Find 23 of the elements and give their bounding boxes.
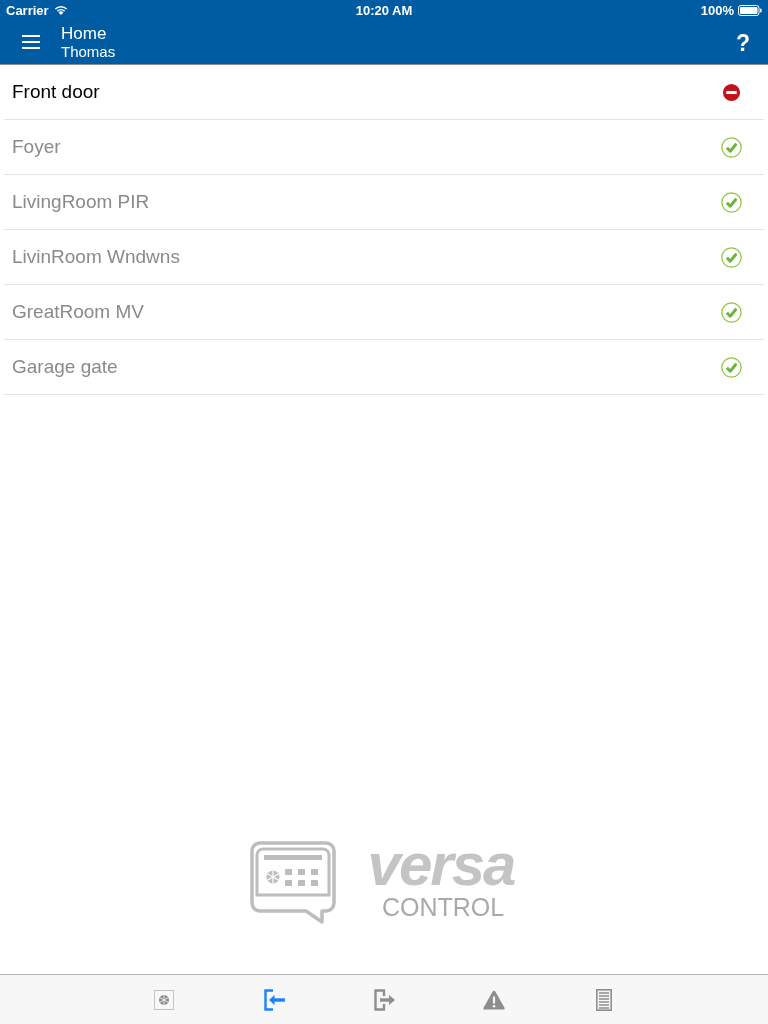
battery-percent: 100% — [700, 2, 734, 18]
zone-name: Garage gate — [12, 356, 119, 378]
zone-name: GreatRoom MV — [12, 301, 145, 323]
zone-name: Front door — [12, 81, 101, 103]
zone-name: LivinRoom Wndwns — [12, 246, 181, 268]
screen-title: Home — [61, 24, 108, 43]
zone-name: LivingRoom PIR — [12, 191, 151, 213]
carrier-label: Carrier — [6, 2, 49, 18]
warning-icon[interactable] — [483, 989, 505, 1010]
user-name: Thomas — [61, 43, 117, 60]
help-button[interactable]: ? — [733, 30, 752, 56]
keypad-speech-bubble-icon — [249, 841, 336, 925]
battery-icon — [738, 4, 762, 16]
clock-label: 10:20 AM — [355, 2, 413, 18]
zone-name: Foyer — [12, 136, 62, 158]
menu-icon[interactable] — [22, 35, 40, 49]
keypad-icon[interactable] — [154, 989, 174, 1010]
logout-icon[interactable] — [373, 988, 395, 1011]
wifi-icon — [53, 5, 68, 15]
brand-name: versa — [367, 841, 516, 889]
brand-tagline: CONTROL — [381, 893, 505, 921]
login-icon[interactable] — [263, 988, 285, 1011]
document-lines-icon[interactable] — [596, 988, 612, 1011]
